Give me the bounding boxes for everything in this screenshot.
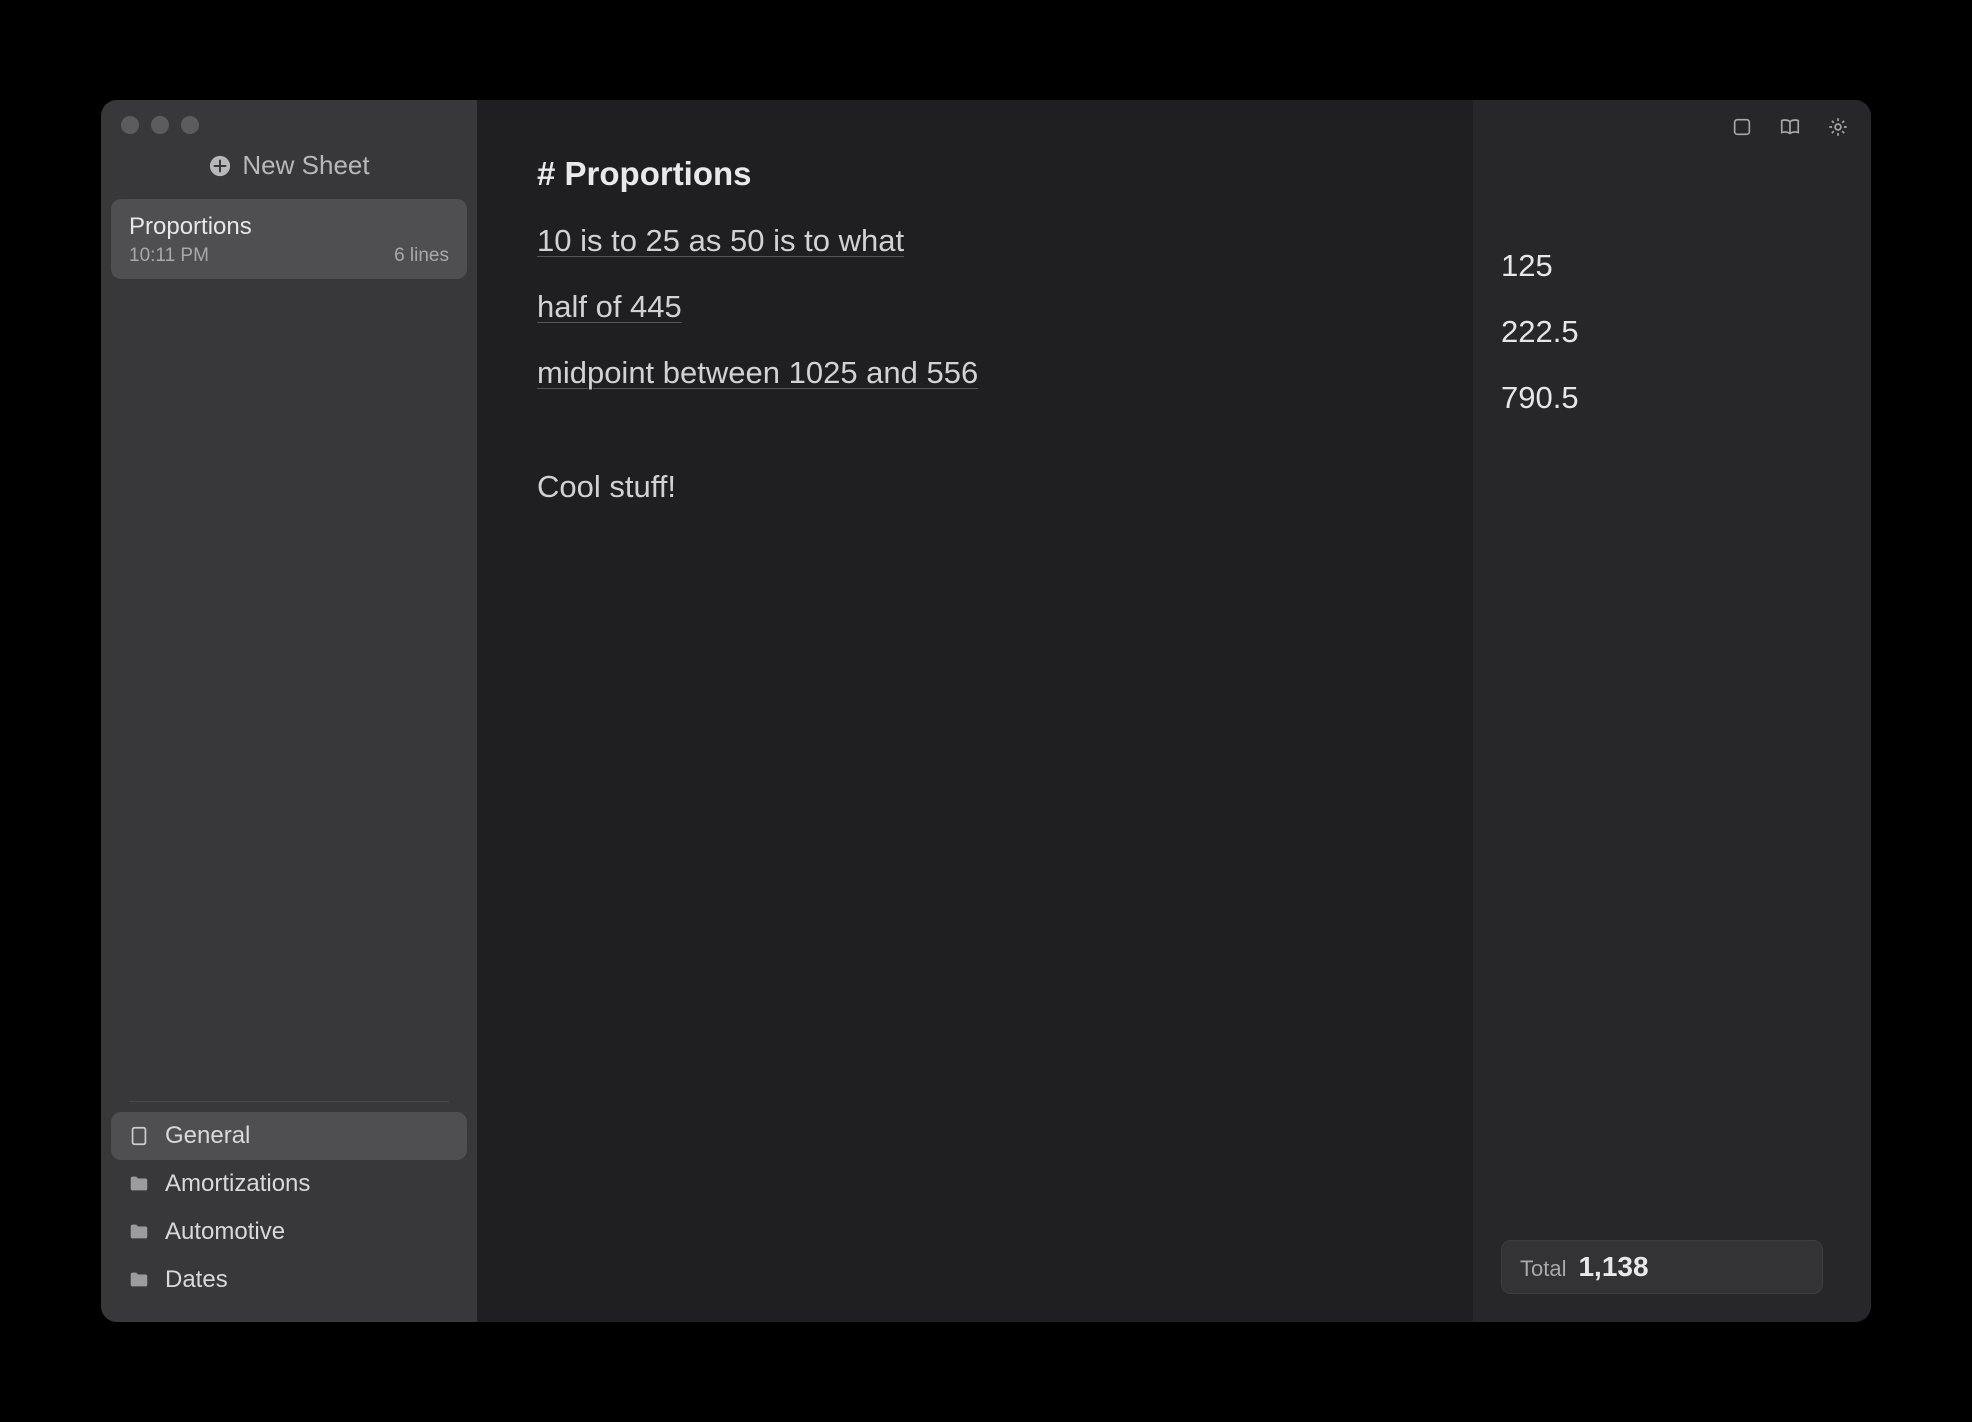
- sidebar-divider: [129, 1101, 449, 1102]
- settings-button[interactable]: [1825, 114, 1851, 140]
- editor-blank-line: [537, 415, 1419, 463]
- tag-label: Dates: [165, 1266, 228, 1294]
- editor-pane[interactable]: # Proportions 10 is to 25 as 50 is to wh…: [477, 100, 1473, 1322]
- total-label: Total: [1520, 1256, 1566, 1282]
- results-pane: 125 222.5 790.5 Total 1,138: [1473, 100, 1871, 1322]
- new-sheet-label: New Sheet: [242, 150, 369, 181]
- sheet-heading: # Proportions: [537, 148, 1419, 199]
- total-value: 1,138: [1578, 1251, 1648, 1283]
- editor-line: half of 445: [537, 283, 1419, 331]
- window-close-button[interactable]: [121, 116, 139, 134]
- window-controls: [101, 100, 477, 144]
- sheet-linecount: 6 lines: [394, 245, 449, 267]
- sheet-icon: [127, 1124, 151, 1148]
- result-value[interactable]: 790.5: [1501, 374, 1871, 422]
- editor-line: 10 is to 25 as 50 is to what: [537, 217, 1419, 265]
- editor-line: midpoint between 1025 and 556: [537, 349, 1419, 397]
- gear-icon: [1827, 116, 1849, 138]
- result-value[interactable]: 125: [1501, 242, 1871, 290]
- total-box[interactable]: Total 1,138: [1501, 1240, 1823, 1294]
- tag-item-general[interactable]: General: [111, 1112, 467, 1160]
- tag-label: Automotive: [165, 1218, 285, 1246]
- tag-item-dates[interactable]: Dates: [111, 1256, 467, 1304]
- tags-list: General Amortizations Automotive: [101, 1112, 477, 1322]
- tag-item-amortizations[interactable]: Amortizations: [111, 1160, 467, 1208]
- tag-label: General: [165, 1122, 250, 1150]
- folder-icon: [127, 1172, 151, 1196]
- editor-line: Cool stuff!: [537, 463, 1419, 511]
- sheet-title: Proportions: [129, 213, 449, 241]
- window-fullscreen-button[interactable]: [181, 116, 199, 134]
- sheets-list: Proportions 10:11 PM 6 lines: [101, 199, 477, 279]
- reference-button[interactable]: [1777, 114, 1803, 140]
- window-minimize-button[interactable]: [151, 116, 169, 134]
- folder-icon: [127, 1268, 151, 1292]
- toolbar: [1473, 100, 1871, 144]
- book-icon: [1778, 116, 1802, 138]
- tag-label: Amortizations: [165, 1170, 310, 1198]
- sidebar: New Sheet Proportions 10:11 PM 6 lines: [101, 100, 477, 1322]
- copy-result-button[interactable]: [1729, 114, 1755, 140]
- result-value[interactable]: 222.5: [1501, 308, 1871, 356]
- square-icon: [1731, 116, 1753, 138]
- app-window: New Sheet Proportions 10:11 PM 6 lines: [101, 100, 1871, 1322]
- new-sheet-button[interactable]: New Sheet: [101, 144, 477, 199]
- results-values: 125 222.5 790.5: [1473, 144, 1871, 440]
- folder-icon: [127, 1220, 151, 1244]
- sheet-meta: 10:11 PM 6 lines: [129, 245, 449, 267]
- plus-circle-icon: [208, 154, 232, 178]
- tag-item-automotive[interactable]: Automotive: [111, 1208, 467, 1256]
- sheet-item[interactable]: Proportions 10:11 PM 6 lines: [111, 199, 467, 279]
- sheet-time: 10:11 PM: [129, 245, 209, 267]
